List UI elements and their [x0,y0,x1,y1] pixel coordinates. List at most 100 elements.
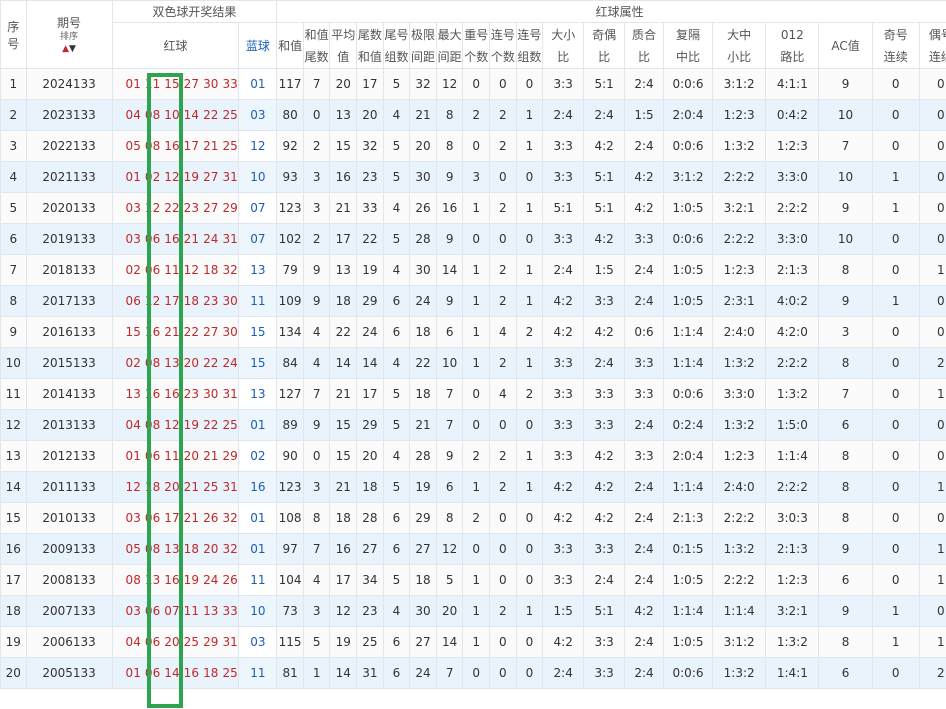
sort-toggle[interactable]: 排序 ▲▼ [27,31,111,55]
sort-arrows-icon[interactable]: ▲▼ [62,44,76,54]
attr-cell: 9 [818,285,873,317]
seq-cell: 5 [0,192,27,224]
attr-cell: 0 [871,409,920,441]
seq-cell: 11 [0,378,27,410]
attr-cell: 2 [489,471,517,503]
attr-cell: 8 [818,626,873,658]
period-header[interactable]: 期号 排序 ▲▼ [25,0,113,69]
attr-cell: 2 [489,595,517,627]
blue-ball-cell: 13 [238,378,278,410]
attr-cell: 31 [356,657,384,689]
attr-cell: 1:1:4 [662,316,714,348]
table-row: 4 2021133 01 02 12 19 27 31 10 93 3 16 23 5 30 9 3 0… [0,161,946,193]
attr-cell: 7 [435,657,464,689]
attr-cell: 9 [302,285,331,317]
period-cell: 2022133 [25,130,113,162]
table-row: 5 2020133 03 12 22 23 27 29 07 123 3 21 33 4 26 16… [0,192,946,224]
table-row: 12 2013133 04 08 12 19 22 25 01 89 9 15 29 5 21 7 0… [0,409,946,441]
draw-result-header: 双色球开奖结果 [111,0,278,23]
attr-cell: 17 [356,68,384,100]
attr-cell: 17 [356,378,384,410]
attr-cell: 1 [515,99,544,131]
attr-cell: 15 [329,130,358,162]
attr-cell: 4 [302,347,331,379]
attr-cell: 3:3 [583,378,626,410]
attr-cell: 1 [918,471,946,503]
attr-cell: 2 [918,657,946,689]
period-cell: 2012133 [25,440,113,472]
table-row: 1 2024133 01 11 15 27 30 33 01 117 7 20 17 5 32 12… [0,68,946,100]
attr-cell: 2:4 [583,99,626,131]
attr-cell: 0 [489,533,517,565]
table-row: 8 2017133 06 12 17 18 23 30 11 109 9 18 29 6 24 9 1… [0,285,946,317]
attr-cell: 9 [302,409,331,441]
attr-cell: 20 [356,99,384,131]
table-row: 6 2019133 03 06 16 21 24 31 07 102 2 17 22 5 28 9 0… [0,223,946,255]
attr-cell: 4 [382,440,411,472]
attr-cell: 21 [409,99,437,131]
attr-cell: 1 [515,347,544,379]
attr-cell: 24 [356,316,384,348]
attr-cell: 0 [871,471,920,503]
attr-cell: 34 [356,564,384,596]
attr-cell: 115 [276,626,304,658]
attr-cell: 3:2:1 [765,595,820,627]
attr-cell: 123 [276,471,304,503]
seq-cell: 8 [0,285,27,317]
attr-cell: 79 [276,254,304,286]
attr-cell: 0 [918,409,946,441]
red-attr-header: 红球属性 [276,0,946,23]
attr-cell: 6 [818,409,873,441]
attr-cell: 7 [302,378,331,410]
attr-cell: 0 [515,161,544,193]
red-balls-cell: 01 11 15 27 30 33 [111,68,240,100]
attr-cell: 26 [409,192,437,224]
attr-cell: 4:2 [583,471,626,503]
attr-cell: 22 [356,223,384,255]
attr-cell: 0 [918,130,946,162]
attr-cell: 1 [515,254,544,286]
attr-cell: 14 [356,347,384,379]
period-cell: 2006133 [25,626,113,658]
attr-cell: 4 [302,316,331,348]
attr-cell: 80 [276,99,304,131]
table-row: 9 2016133 15 16 21 22 27 30 15 134 4 22 24 6 18 6 1… [0,316,946,348]
attr-header: 尾数 和值 [356,22,384,69]
attr-cell: 1 [515,595,544,627]
attr-cell: 1:0:5 [662,254,714,286]
period-cell: 2021133 [25,161,113,193]
attr-cell: 21 [329,378,358,410]
table-row: 7 2018133 02 06 11 12 18 32 13 79 9 13 19 4 30 14 1… [0,254,946,286]
seq-cell: 10 [0,347,27,379]
attr-cell: 2:2:2 [712,161,767,193]
attr-cell: 0 [918,502,946,534]
table-row: 10 2015133 02 08 13 20 22 24 15 84 4 14 14 4 22 10… [0,347,946,379]
attr-cell: 3:3 [624,440,664,472]
blue-ball-cell: 07 [238,223,278,255]
attr-cell: 1 [515,192,544,224]
attr-cell: 2:4 [542,254,585,286]
attr-cell: 18 [329,285,358,317]
attr-cell: 1 [871,192,920,224]
attr-header: 012 路比 [765,22,820,69]
attr-cell: 5:1 [583,595,626,627]
attr-cell: 0 [515,68,544,100]
attr-cell: 12 [435,533,464,565]
attr-cell: 3 [302,192,331,224]
attr-cell: 6 [382,626,411,658]
attr-cell: 20 [409,130,437,162]
attr-cell: 9 [818,533,873,565]
attr-cell: 7 [435,409,464,441]
seq-cell: 19 [0,626,27,658]
blue-ball-cell: 03 [238,99,278,131]
red-balls-cell: 03 12 22 23 27 29 [111,192,240,224]
attr-header: 极限 间距 [409,22,437,69]
attr-cell: 16 [329,533,358,565]
attr-cell: 0 [918,68,946,100]
attr-header: 重号 个数 [462,22,491,69]
attr-cell: 6 [435,316,464,348]
attr-cell: 2 [302,130,331,162]
attr-cell: 9 [302,254,331,286]
attr-cell: 32 [409,68,437,100]
attr-cell: 0 [515,502,544,534]
